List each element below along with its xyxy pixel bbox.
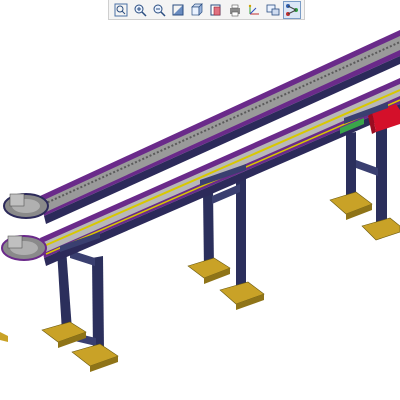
zoom-out-icon bbox=[153, 4, 166, 17]
shading-button[interactable] bbox=[169, 1, 187, 19]
shading-icon bbox=[172, 4, 184, 15]
zoom-fit-button[interactable] bbox=[112, 1, 130, 19]
zoom-in-icon bbox=[134, 4, 147, 17]
view-cube-button[interactable] bbox=[188, 1, 206, 19]
3d-viewport[interactable] bbox=[0, 0, 400, 400]
section-icon bbox=[266, 4, 280, 15]
zoom-fit-icon bbox=[114, 3, 128, 16]
tree-icon bbox=[286, 3, 298, 16]
hidden-lines-icon bbox=[210, 4, 221, 15]
zoom-out-button[interactable] bbox=[150, 1, 168, 19]
view-cube-icon bbox=[191, 2, 203, 16]
view-toolbar bbox=[108, 0, 305, 20]
axis-icon bbox=[248, 4, 259, 14]
print-button[interactable] bbox=[226, 1, 244, 19]
section-button[interactable] bbox=[264, 1, 282, 19]
hidden-lines-button[interactable] bbox=[207, 1, 225, 19]
conveyor-model[interactable] bbox=[0, 0, 400, 400]
print-icon bbox=[230, 4, 240, 16]
tree-button[interactable] bbox=[283, 0, 301, 19]
zoom-in-button[interactable] bbox=[131, 1, 149, 19]
axis-button[interactable] bbox=[245, 1, 263, 19]
lower-conveyor bbox=[1, 78, 400, 266]
